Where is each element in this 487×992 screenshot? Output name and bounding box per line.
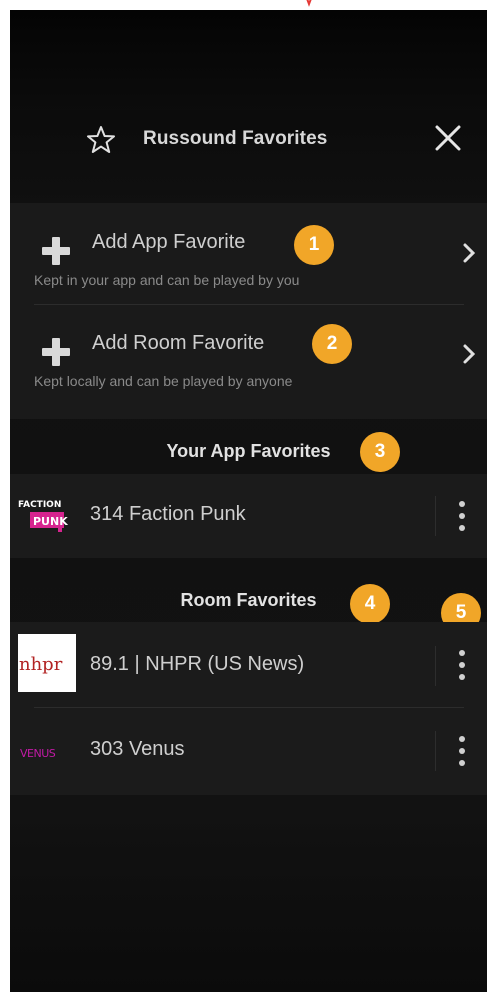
plus-icon (42, 237, 70, 265)
more-vertical-icon[interactable] (456, 648, 468, 682)
app-favorite-faction-punk[interactable]: FACTION PUNK 314 Faction Punk (10, 474, 487, 558)
faction-logo-bottom-text: PUNK (33, 515, 68, 528)
favorite-number: 303 (90, 738, 124, 760)
add-app-favorite-description: Kept in your app and can be played by yo… (34, 272, 300, 288)
add-room-favorite-button[interactable]: Add Room Favorite Kept locally and can b… (10, 304, 487, 404)
faction-logo-top-text: FACTION (18, 500, 61, 510)
chevron-right-icon (463, 344, 476, 364)
faction-punk-logo: FACTION PUNK (18, 500, 68, 532)
more-vertical-icon[interactable] (456, 499, 468, 533)
favorite-title: 314 Faction Punk (90, 503, 246, 526)
separator (435, 646, 436, 686)
chevron-right-icon (463, 243, 476, 263)
room-favorite-venus[interactable]: VENUS 303 Venus (10, 709, 487, 795)
divider (34, 707, 464, 708)
room-favorites-heading-text: Room Favorites (180, 590, 317, 610)
app-favorites-heading: Your App Favorites (10, 441, 487, 462)
star-outline-icon (87, 126, 115, 153)
add-app-favorite-label: Add App Favorite (92, 231, 246, 253)
favorite-name: Venus (128, 738, 185, 760)
plus-icon (42, 338, 70, 366)
separator (435, 496, 436, 536)
add-room-favorite-label: Add Room Favorite (92, 332, 265, 354)
more-vertical-icon[interactable] (456, 734, 468, 768)
separator (435, 731, 436, 771)
nhpr-logo: nhpr (18, 634, 76, 692)
room-favorite-nhpr[interactable]: nhpr 89.1 | NHPR (US News) (10, 622, 487, 712)
close-icon[interactable] (434, 124, 462, 152)
favorite-title: 89.1 | NHPR (US News) (90, 653, 304, 676)
add-app-favorite-button[interactable]: Add App Favorite Kept in your app and ca… (10, 203, 487, 303)
favorite-name: | NHPR (US News) (134, 653, 305, 675)
favorite-number: 89.1 (90, 653, 129, 675)
add-favorites-section: Add App Favorite Kept in your app and ca… (10, 203, 487, 419)
add-room-favorite-description: Kept locally and can be played by anyone (34, 373, 293, 389)
favorite-name: Faction Punk (128, 503, 246, 525)
room-favorites-heading: Room Favorites (10, 590, 487, 611)
favorites-screen: Russound Favorites Add App Favorite Kept… (10, 10, 487, 992)
page-title: Russound Favorites (143, 128, 328, 149)
venus-logo-text: VENUS (20, 747, 56, 760)
header: Russound Favorites (10, 110, 487, 170)
annotation-badge-2: 2 (312, 324, 352, 364)
annotation-badge-1: 1 (294, 225, 334, 265)
favorite-number: 314 (90, 503, 124, 525)
annotation-badge-3: 3 (360, 432, 400, 472)
app-favorites-heading-text: Your App Favorites (166, 441, 331, 461)
annotation-badge-4: 4 (350, 584, 390, 624)
venus-logo: VENUS (20, 747, 56, 760)
favorite-title: 303 Venus (90, 738, 185, 761)
nhpr-logo-text: nhpr (19, 654, 63, 675)
red-annotation-mark (306, 0, 312, 7)
